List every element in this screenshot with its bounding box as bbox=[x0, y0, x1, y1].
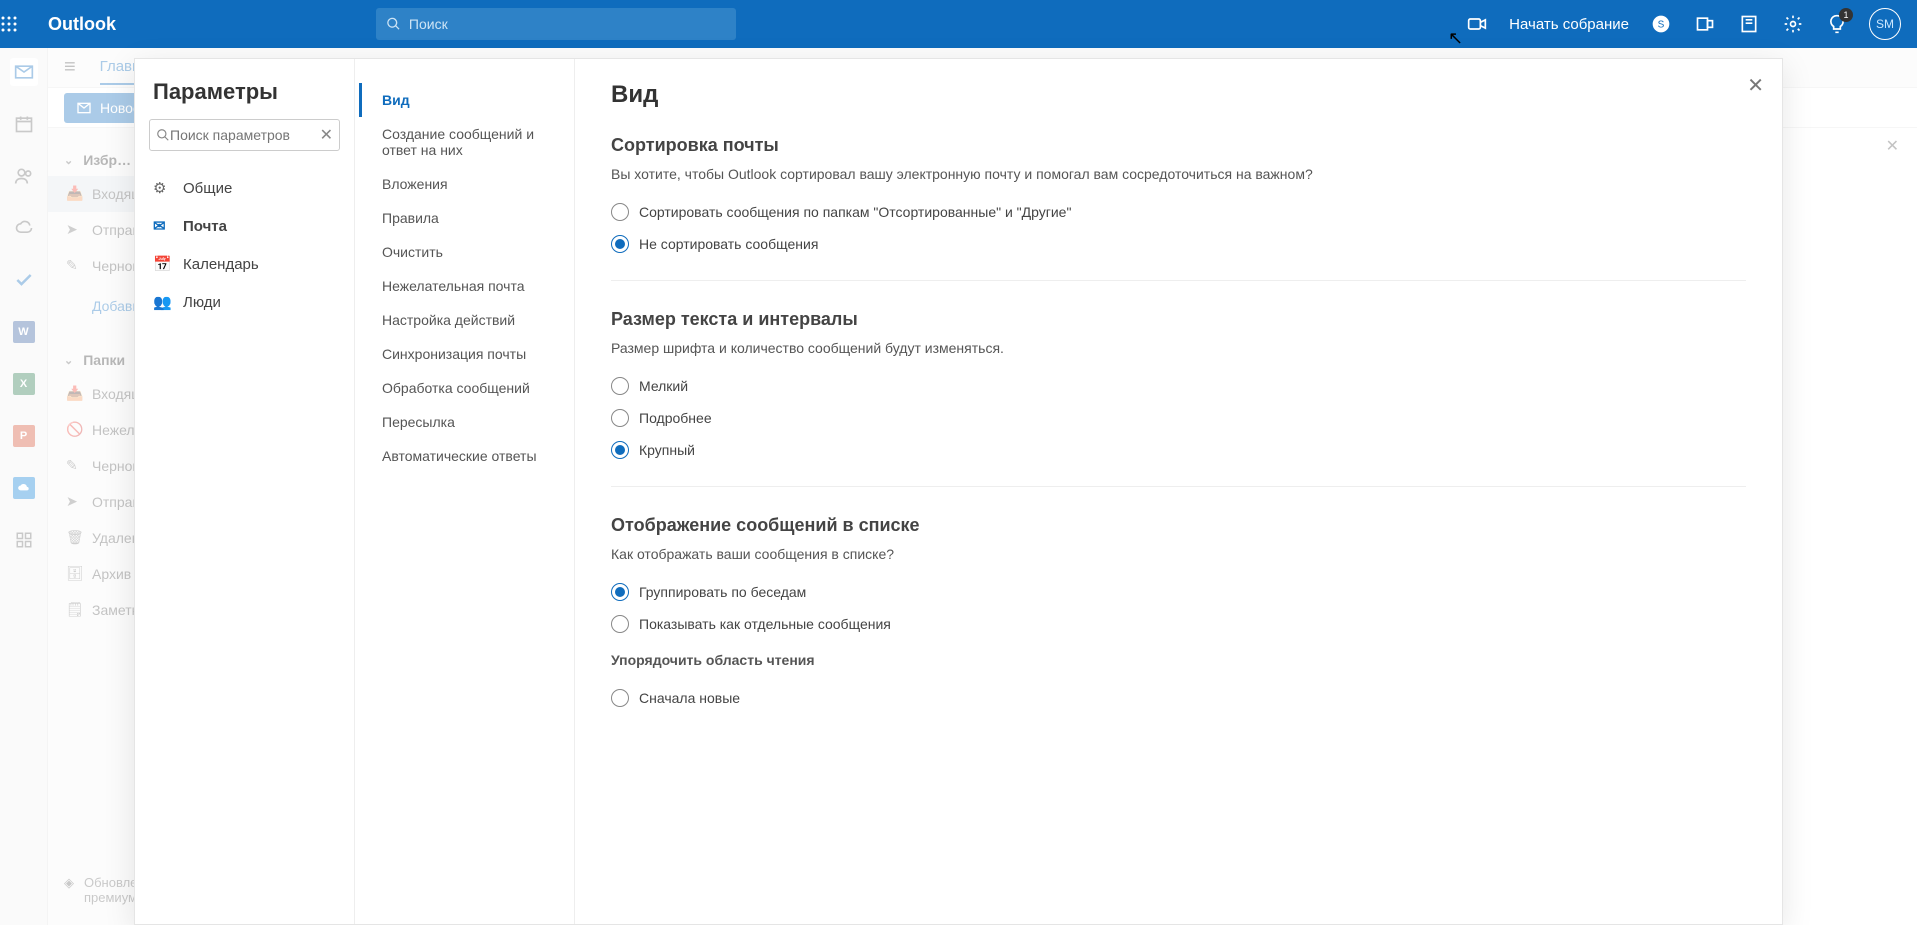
user-avatar[interactable]: SM bbox=[1869, 8, 1901, 40]
subcat-junk[interactable]: Нежелательная почта bbox=[359, 269, 570, 303]
subcat-attachments[interactable]: Вложения bbox=[359, 167, 570, 201]
tips-badge: 1 bbox=[1839, 8, 1853, 22]
cat-general[interactable]: ⚙Общие bbox=[135, 169, 354, 207]
size-opt-small[interactable]: Мелкий bbox=[611, 370, 1746, 402]
disp-desc: Как отображать ваши сообщения в списке? bbox=[611, 546, 1746, 562]
order-opt-newest[interactable]: Сначала новые bbox=[611, 682, 1746, 714]
disp-opt-conv[interactable]: Группировать по беседам bbox=[611, 576, 1746, 608]
gear-icon: ⚙ bbox=[153, 179, 171, 197]
subcat-autoreply[interactable]: Автоматические ответы bbox=[359, 439, 570, 473]
sort-desc: Вы хотите, чтобы Outlook сортировал вашу… bbox=[611, 166, 1746, 182]
sort-opt-none[interactable]: Не сортировать сообщения bbox=[611, 228, 1746, 260]
clear-icon[interactable]: ✕ bbox=[320, 125, 333, 145]
start-meeting-button[interactable]: Начать собрание bbox=[1509, 16, 1629, 33]
svg-text:S: S bbox=[1658, 19, 1665, 30]
cat-calendar[interactable]: 📅Календарь bbox=[135, 245, 354, 283]
search-box[interactable] bbox=[376, 8, 736, 40]
disp-opt-indiv[interactable]: Показывать как отдельные сообщения bbox=[611, 608, 1746, 640]
subcat-forwarding[interactable]: Пересылка bbox=[359, 405, 570, 439]
settings-icon[interactable] bbox=[1781, 12, 1805, 36]
settings-dialog: Параметры ✕ ⚙Общие ✉Почта 📅Календарь 👥Лю… bbox=[134, 58, 1783, 925]
subcat-handling[interactable]: Обработка сообщений bbox=[359, 371, 570, 405]
notes-icon[interactable] bbox=[1737, 12, 1761, 36]
sort-title: Сортировка почты bbox=[611, 135, 1746, 156]
order-title: Упорядочить область чтения bbox=[611, 652, 1746, 668]
size-opt-medium[interactable]: Подробнее bbox=[611, 402, 1746, 434]
subcat-actions[interactable]: Настройка действий bbox=[359, 303, 570, 337]
skype-icon[interactable]: S bbox=[1649, 12, 1673, 36]
top-bar: Outlook Начать собрание S 1 SM bbox=[0, 0, 1917, 48]
close-icon[interactable]: ✕ bbox=[1747, 73, 1764, 98]
sort-opt-focused[interactable]: Сортировать сообщения по папкам "Отсорти… bbox=[611, 196, 1746, 228]
settings-search-input[interactable] bbox=[170, 127, 320, 143]
search-icon bbox=[156, 128, 170, 142]
tips-icon[interactable]: 1 bbox=[1825, 12, 1849, 36]
disp-title: Отображение сообщений в списке bbox=[611, 515, 1746, 536]
subcat-rules[interactable]: Правила bbox=[359, 201, 570, 235]
subcat-view[interactable]: Вид bbox=[359, 83, 570, 117]
settings-title: Параметры bbox=[135, 79, 354, 119]
video-icon[interactable] bbox=[1465, 12, 1489, 36]
settings-categories: Параметры ✕ ⚙Общие ✉Почта 📅Календарь 👥Лю… bbox=[135, 59, 355, 924]
size-opt-large[interactable]: Крупный bbox=[611, 434, 1746, 466]
search-icon bbox=[386, 16, 401, 32]
size-title: Размер текста и интервалы bbox=[611, 309, 1746, 330]
teams-icon[interactable] bbox=[1693, 12, 1717, 36]
settings-panel: ✕ Вид Сортировка почты Вы хотите, чтобы … bbox=[575, 59, 1782, 924]
size-desc: Размер шрифта и количество сообщений буд… bbox=[611, 340, 1746, 356]
search-input[interactable] bbox=[409, 16, 726, 32]
mail-icon: ✉ bbox=[153, 217, 171, 235]
panel-heading: Вид bbox=[611, 81, 1746, 109]
settings-subcategories: Вид Создание сообщений и ответ на них Вл… bbox=[355, 59, 575, 924]
subcat-sweep[interactable]: Очистить bbox=[359, 235, 570, 269]
subcat-sync[interactable]: Синхронизация почты bbox=[359, 337, 570, 371]
people-icon: 👥 bbox=[153, 293, 171, 311]
brand-title: Outlook bbox=[48, 14, 116, 35]
cat-people[interactable]: 👥Люди bbox=[135, 283, 354, 321]
settings-search[interactable]: ✕ bbox=[149, 119, 340, 151]
subcat-compose[interactable]: Создание сообщений и ответ на них bbox=[359, 117, 570, 167]
app-launcher-icon[interactable] bbox=[0, 15, 48, 33]
cat-mail[interactable]: ✉Почта bbox=[135, 207, 354, 245]
calendar-icon: 📅 bbox=[153, 255, 171, 273]
